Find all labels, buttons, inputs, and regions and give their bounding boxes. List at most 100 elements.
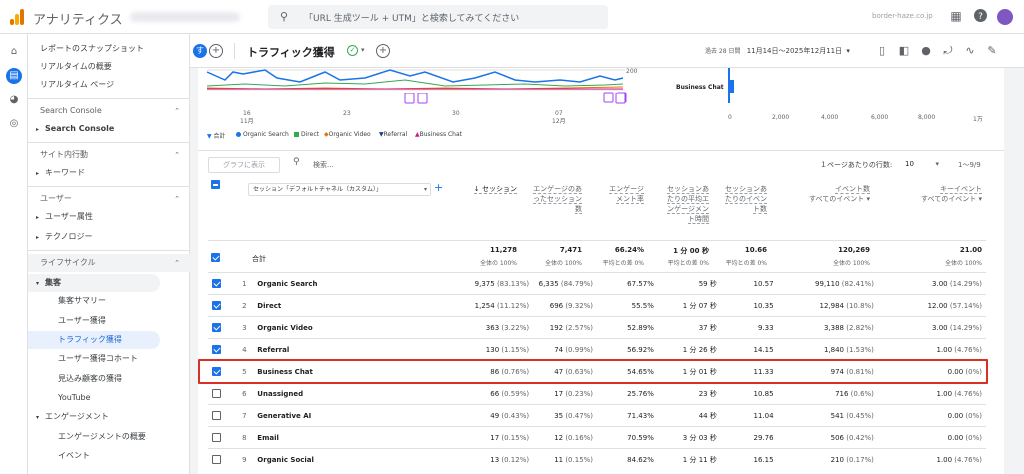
col-event-count[interactable]: イベント数 すべてのイベント ▾: [780, 184, 870, 204]
select-all-checkbox[interactable]: [211, 180, 220, 189]
sidebar-item-demographics[interactable]: ▸ ユーザー属性: [28, 208, 190, 226]
section-label: Search Console: [40, 106, 102, 115]
reports-icon[interactable]: ▤: [6, 68, 22, 84]
legend-business-chat[interactable]: ▲Business Chat: [415, 131, 462, 138]
rows-per-page-select[interactable]: 10 ▾: [905, 160, 939, 176]
analytics-logo-icon[interactable]: [10, 9, 24, 25]
sidebar-section-search-console[interactable]: Search Console ⌃: [28, 102, 190, 120]
checkbox-cell[interactable]: [208, 360, 236, 383]
checkbox-cell[interactable]: [208, 272, 236, 295]
sidebar-item-realtime-pages[interactable]: リアルタイム ページ: [28, 76, 190, 94]
grid-icon[interactable]: ▦: [948, 9, 964, 23]
checkbox-cell[interactable]: [208, 404, 236, 427]
chevron-right-icon: ▸: [36, 214, 40, 221]
row-checkbox[interactable]: [212, 279, 221, 288]
row-checkbox[interactable]: [212, 389, 221, 398]
sidebar-item-keywords[interactable]: ▸ キーワード: [28, 164, 190, 182]
checkbox-cell[interactable]: [208, 448, 236, 471]
row-checkbox[interactable]: [212, 323, 221, 332]
x-tick-sub: 12月: [552, 118, 566, 125]
col-events-per-session[interactable]: セッションあたりのイベント数: [725, 184, 767, 214]
table-row[interactable]: 7 Generative AI 49 (0.43%) 35 (0.47%) 71.43%…: [208, 404, 986, 427]
home-icon[interactable]: ⌂: [6, 44, 22, 60]
table-row[interactable]: 1 Organic Search 9,375 (83.13%) 6,335 (84.7…: [208, 272, 986, 295]
check-circle-icon[interactable]: ✓: [347, 45, 358, 56]
row-checkbox[interactable]: [212, 301, 221, 310]
checkbox-cell[interactable]: [208, 382, 236, 405]
table-row[interactable]: 9 Organic Social 13 (0.12%) 11 (0.15%) 84.62…: [208, 448, 986, 471]
sidebar-item-acquisition[interactable]: ▾ 集客: [28, 274, 160, 292]
checkbox-cell[interactable]: [208, 426, 236, 449]
sidebar-section-user[interactable]: ユーザー ⌃: [28, 190, 190, 208]
legend-direct[interactable]: Direct: [294, 131, 319, 138]
sidebar-item-youtube[interactable]: YouTube: [28, 389, 190, 407]
table-search-input[interactable]: 検索...: [313, 160, 334, 176]
totals-checkbox[interactable]: [211, 253, 220, 262]
avatar[interactable]: [997, 9, 1013, 25]
sidebar-item-lead-acquisition[interactable]: 見込み顧客の獲得: [28, 370, 190, 388]
sidebar-section-site-behavior[interactable]: サイト内行動 ⌃: [28, 146, 190, 164]
table-row[interactable]: 2 Direct 1,254 (11.12%) 696 (9.32%) 55.5% 1 分…: [208, 294, 986, 317]
sidebar-item-events[interactable]: イベント: [28, 447, 190, 465]
col-sessions[interactable]: ↓ セッション: [463, 184, 517, 194]
search-placeholder: 「URL 生成ツール + UTM」と検索してみてください: [304, 14, 520, 24]
sidebar-item-user-acquisition[interactable]: ユーザー獲得: [28, 312, 190, 330]
explore-icon[interactable]: ◕: [6, 92, 22, 108]
checkbox-cell[interactable]: [208, 338, 236, 361]
sidebar-item-acquisition-overview[interactable]: 集客サマリー: [28, 292, 190, 310]
sidebar-item-search-console[interactable]: ▸ Search Console: [28, 120, 190, 138]
search-icon: ⚲: [280, 10, 289, 23]
add-comparison-button[interactable]: +: [209, 44, 223, 58]
sidebar-item-technology[interactable]: ▸ テクノロジー: [28, 228, 190, 246]
row-checkbox[interactable]: [212, 433, 221, 442]
row-checkbox[interactable]: [212, 455, 221, 465]
date-range-picker[interactable]: 過去 28 日間 11月14日～2025年12月11日 ▾: [705, 46, 850, 56]
comparison-badge[interactable]: す: [193, 44, 207, 58]
row-index: 1: [235, 272, 254, 295]
legend-referral[interactable]: ▼Referral: [379, 131, 407, 138]
insights-icon[interactable]: ●: [919, 44, 933, 57]
search-input[interactable]: ⚲ 「URL 生成ツール + UTM」と検索してみてください: [268, 5, 608, 29]
sidebar-item-snapshot[interactable]: レポートのスナップショット: [28, 40, 190, 58]
legend-organic-search[interactable]: Organic Search: [236, 131, 289, 138]
account-selector[interactable]: [130, 12, 240, 22]
annotation-icon[interactable]: [615, 93, 626, 104]
dimension-select[interactable]: セッション「デフォルトチャネル（カスタム）」 ▾: [248, 183, 431, 196]
table-row[interactable]: 4 Referral 130 (1.15%) 74 (0.99%) 56.92% 1 分 …: [208, 338, 986, 361]
checkbox-cell[interactable]: [208, 316, 236, 339]
row-checkbox[interactable]: [212, 367, 221, 376]
sidebar-item-engagement[interactable]: ▾ エンゲージメント: [28, 408, 190, 426]
plot-rows-button[interactable]: グラフに表示: [208, 157, 280, 173]
table-row[interactable]: 6 Unassigned 66 (0.59%) 17 (0.23%) 25.76% 23 …: [208, 382, 986, 405]
legend-organic-video[interactable]: ◆Organic Video: [324, 131, 371, 138]
col-key-events[interactable]: キーイベント すべてのイベント ▾: [890, 184, 982, 204]
chevron-down-icon[interactable]: ▾: [361, 46, 365, 54]
sidebar-item-realtime-overview[interactable]: リアルタイムの概要: [28, 58, 190, 76]
annotation-icon[interactable]: [404, 93, 415, 104]
legend-total[interactable]: ▼ 合計: [207, 131, 226, 140]
col-engaged-sessions[interactable]: エンゲージのあったセッション数: [530, 184, 582, 214]
col-avg-engagement-time[interactable]: セッションあたりの平均エンゲージメント時間: [663, 184, 709, 224]
compare-icon[interactable]: ◧: [897, 44, 911, 57]
checkbox-cell[interactable]: [208, 294, 236, 317]
note-icon[interactable]: ▯: [875, 44, 889, 57]
table-row[interactable]: 8 Email 17 (0.15%) 12 (0.16%) 70.59% 3 分 03 秒…: [208, 426, 986, 449]
annotation-icon[interactable]: [417, 93, 428, 104]
help-icon[interactable]: ?: [972, 9, 988, 25]
edit-icon[interactable]: ✎: [985, 44, 999, 57]
advertising-icon[interactable]: ◎: [6, 116, 22, 132]
trend-icon[interactable]: ∿: [963, 44, 977, 57]
table-row[interactable]: 5 Business Chat 86 (0.76%) 47 (0.63%) 54.65%…: [208, 360, 986, 383]
table-row[interactable]: 3 Organic Video 363 (3.22%) 192 (2.57%) 52.8…: [208, 316, 986, 339]
sidebar-item-traffic-acquisition[interactable]: トラフィック獲得: [28, 331, 160, 349]
row-checkbox[interactable]: [212, 411, 221, 420]
row-checkbox[interactable]: [212, 345, 221, 354]
sidebar-item-engagement-overview[interactable]: エンゲージメントの概要: [28, 428, 190, 446]
share-icon[interactable]: ⤾: [941, 44, 955, 58]
add-dimension-button[interactable]: +: [434, 181, 443, 194]
col-engagement-rate[interactable]: エンゲージメント率: [608, 184, 644, 204]
sidebar-section-lifecycle[interactable]: ライフサイクル ⌃: [28, 254, 190, 272]
chevron-down-icon: ▾: [36, 414, 40, 421]
add-button[interactable]: +: [376, 44, 390, 58]
sidebar-item-user-acquisition-cohort[interactable]: ユーザー獲得コホート: [28, 350, 190, 368]
